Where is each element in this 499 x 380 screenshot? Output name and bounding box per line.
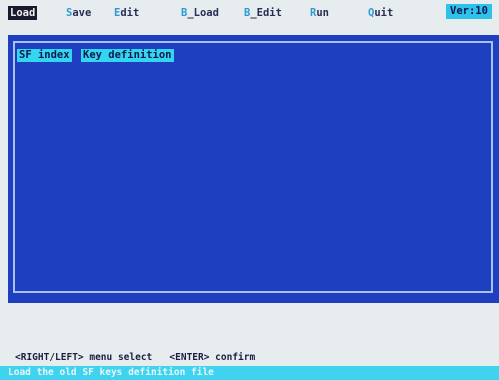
- menu-edit-label: dit: [120, 7, 140, 19]
- status-message: Load the old SF keys definition file: [8, 367, 214, 378]
- menu-save-label: ave: [72, 7, 92, 19]
- menu-b-load-label: _Load: [187, 7, 219, 19]
- menu-quit[interactable]: Quit: [368, 6, 393, 20]
- keyboard-help: <RIGHT/LEFT> menu select <ENTER> confirm: [15, 352, 256, 363]
- menu-quit-label: uit: [374, 7, 394, 19]
- key-definition-panel: SF index Key definition: [8, 35, 499, 303]
- column-header-key-definition: Key definition: [81, 49, 174, 62]
- menu-edit[interactable]: Edit: [114, 6, 139, 20]
- menu-b-edit[interactable]: B_Edit: [244, 6, 282, 20]
- menu-load[interactable]: Load: [8, 6, 38, 20]
- panel-frame: [13, 41, 493, 293]
- menu-load-label: oad: [16, 7, 36, 19]
- menu-run-label: un: [316, 7, 329, 19]
- menu-b-edit-label: _Edit: [250, 7, 282, 19]
- status-bar: Load the old SF keys definition file: [0, 366, 499, 380]
- dos-screen: Load Save Edit B_Load B_Edit Run Quit Ve…: [0, 0, 499, 380]
- menu-bar: Load Save Edit B_Load B_Edit Run Quit Ve…: [0, 0, 499, 26]
- menu-b-load[interactable]: B_Load: [181, 6, 219, 20]
- menu-run[interactable]: Run: [310, 6, 329, 20]
- column-header-sf-index: SF index: [17, 49, 72, 62]
- version-badge: Ver:10: [446, 4, 492, 19]
- menu-save[interactable]: Save: [66, 6, 91, 20]
